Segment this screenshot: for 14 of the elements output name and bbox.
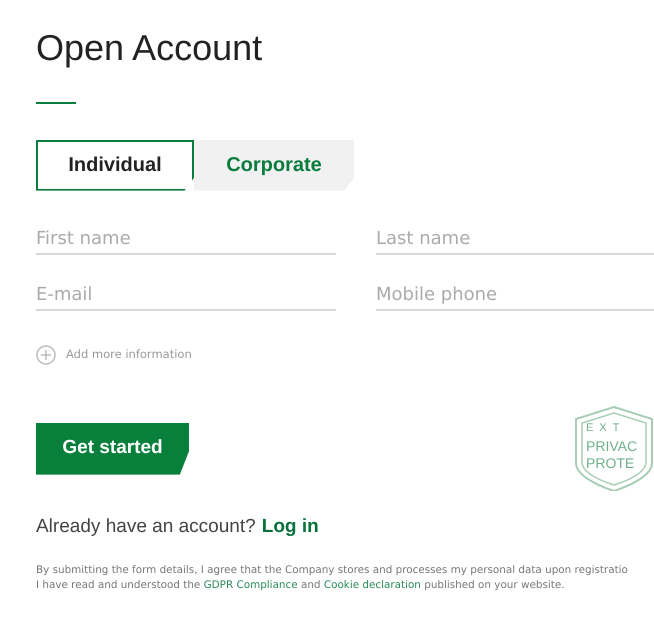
plus-circle-icon [36,344,56,365]
add-more-button[interactable]: Add more information [36,344,192,365]
login-prompt: Already have an account? [36,514,256,539]
consent-link[interactable]: GDPR Compliance [204,579,298,592]
badge-text: EXT [586,422,626,434]
consent-link[interactable]: Cookie declaration [324,579,421,592]
badge-text: PRIVAC [586,438,638,453]
account-type-tab[interactable]: Corporate [194,140,354,191]
badge-text: PROTE [586,456,634,470]
page-title: Open Account [36,28,264,68]
consent-text: By submitting the form details, I agree that the Company stores and processes my personal data upon registratio I have read and understood the GDPR Compliance and Cookie declaration published on your website. [36,563,629,594]
account-type-tab[interactable]: Individual [36,140,194,191]
login-link[interactable]: Log in [262,512,319,542]
get-started-button[interactable]: Get started [36,422,189,475]
